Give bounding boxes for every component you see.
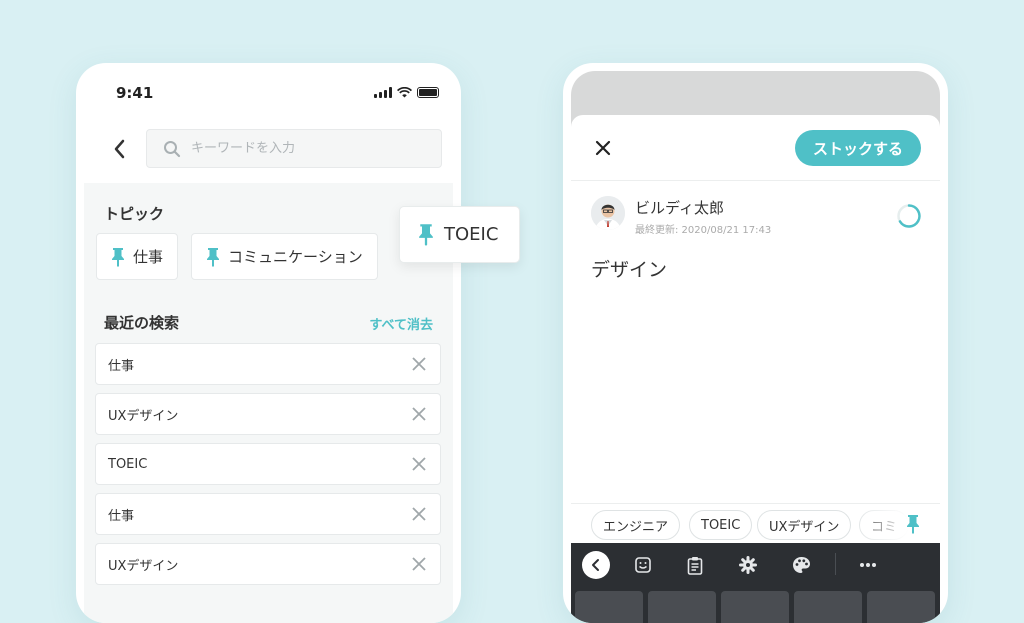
keyboard-toolbar xyxy=(571,543,940,587)
dragged-topic-chip[interactable]: TOEIC xyxy=(399,206,520,263)
clipboard-button[interactable] xyxy=(685,555,705,575)
search-content: トピック 仕事 コミュニケーション 最近の検索 すべて消去 仕事 UXデザイン … xyxy=(84,183,453,623)
recent-search-item[interactable]: 仕事 xyxy=(95,343,441,385)
editor-screen-phone: ストックする ビルディ太郎 最終更新: 2020/08/21 17:43 デザイ… xyxy=(563,63,948,623)
document-title[interactable]: デザイン xyxy=(591,255,667,282)
status-icons xyxy=(374,87,439,98)
close-icon[interactable] xyxy=(412,557,426,571)
chevron-left-icon xyxy=(592,559,599,571)
close-icon[interactable] xyxy=(412,357,426,371)
clear-all-link[interactable]: すべて消去 xyxy=(369,314,433,333)
tag-label: TOEIC xyxy=(701,517,741,533)
tag-chip[interactable]: TOEIC xyxy=(689,510,753,540)
more-button[interactable] xyxy=(858,555,878,575)
close-button[interactable] xyxy=(595,140,611,156)
topics-heading: トピック xyxy=(104,205,165,223)
stock-button[interactable]: ストックする xyxy=(795,130,921,166)
tag-chip[interactable]: エンジニア xyxy=(591,510,681,540)
recent-search-item[interactable]: 仕事 xyxy=(95,493,441,535)
keyboard-keys xyxy=(571,587,940,623)
topic-chip-communication[interactable]: コミュニケーション xyxy=(191,233,378,280)
recent-search-label: TOEIC xyxy=(108,456,148,472)
chevron-left-button[interactable] xyxy=(582,551,610,579)
recent-search-label: UXデザイン xyxy=(108,558,179,574)
signal-icon xyxy=(374,87,392,98)
battery-icon xyxy=(417,87,439,98)
gear-icon xyxy=(739,556,757,574)
recent-search-item[interactable]: UXデザイン xyxy=(95,393,441,435)
tag-chip[interactable]: UXデザイン xyxy=(757,510,852,540)
tag-label: エンジニア xyxy=(603,519,669,535)
palette-icon xyxy=(792,557,810,573)
divider xyxy=(571,180,940,181)
keyboard-key[interactable] xyxy=(794,591,862,623)
keyboard-key[interactable] xyxy=(575,591,643,623)
keyboard-key[interactable] xyxy=(648,591,716,623)
search-box[interactable] xyxy=(146,129,442,168)
toolbar-separator xyxy=(835,553,836,575)
recent-search-label: 仕事 xyxy=(108,358,135,374)
recent-search-label: UXデザイン xyxy=(108,408,179,424)
dragged-topic-label: TOEIC xyxy=(444,224,499,245)
wifi-icon xyxy=(397,87,412,98)
topic-chip-work[interactable]: 仕事 xyxy=(96,233,179,280)
avatar xyxy=(591,196,625,230)
tag-fade xyxy=(850,504,940,544)
search-icon xyxy=(164,140,181,157)
status-time: 9:41 xyxy=(116,84,154,102)
emoji-icon xyxy=(635,557,651,573)
recent-searches-heading: 最近の検索 xyxy=(104,314,180,332)
clipboard-icon xyxy=(687,556,703,575)
close-icon[interactable] xyxy=(412,407,426,421)
theme-button[interactable] xyxy=(791,555,811,575)
more-icon xyxy=(860,563,876,567)
tag-label: UXデザイン xyxy=(769,519,840,535)
keyboard-key[interactable] xyxy=(721,591,789,623)
loading-spinner-icon xyxy=(897,204,921,228)
pin-icon xyxy=(207,247,219,267)
recent-search-label: 仕事 xyxy=(108,508,135,524)
search-screen-phone: 9:41 トピック 仕事 xyxy=(76,63,461,623)
topic-chip-label: 仕事 xyxy=(133,248,164,266)
close-icon[interactable] xyxy=(412,507,426,521)
search-input[interactable] xyxy=(191,141,411,156)
recent-search-item[interactable]: UXデザイン xyxy=(95,543,441,585)
author-name: ビルディ太郎 xyxy=(635,199,724,217)
back-button[interactable] xyxy=(110,137,130,161)
tag-suggestions: エンジニア TOEIC UXデザイン コミ xyxy=(571,503,940,544)
settings-button[interactable] xyxy=(738,555,758,575)
topic-chip-label: コミュニケーション xyxy=(228,248,363,266)
close-icon[interactable] xyxy=(412,457,426,471)
keyboard-key[interactable] xyxy=(867,591,935,623)
emoji-button[interactable] xyxy=(633,555,653,575)
pin-icon xyxy=(112,247,124,267)
last-updated: 最終更新: 2020/08/21 17:43 xyxy=(635,225,772,236)
recent-search-item[interactable]: TOEIC xyxy=(95,443,441,485)
pin-icon xyxy=(419,224,433,246)
pin-icon xyxy=(907,515,919,534)
